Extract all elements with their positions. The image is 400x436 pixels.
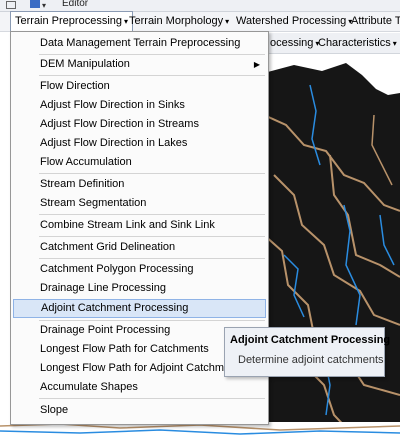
menubar: Terrain Preprocessing ▾ Terrain Morpholog… [0, 11, 400, 32]
catchment-map [264, 63, 400, 436]
menu-item-catchment-polygon[interactable]: Catchment Polygon Processing [13, 260, 266, 279]
menu-separator [39, 75, 265, 76]
menu-item-drainage-line[interactable]: Drainage Line Processing [13, 279, 266, 298]
menu-item-combine-stream-sink[interactable]: Combine Stream Link and Sink Link [13, 216, 266, 235]
menu-item-adjust-flow-lakes[interactable]: Adjust Flow Direction in Lakes [13, 134, 266, 153]
menu-separator [39, 173, 265, 174]
menu-item-label: Combine Stream Link and Sink Link [40, 219, 215, 231]
menu-item-label: Longest Flow Path for Catchments [40, 343, 209, 355]
menu-label: Watershed Processing [236, 15, 347, 27]
menu-item-label: DEM Manipulation [40, 58, 130, 70]
map-canvas[interactable] [264, 55, 400, 436]
menu-item-label: Accumulate Shapes [40, 381, 138, 393]
window-icon[interactable] [6, 1, 16, 9]
tooltip-description: Determine adjoint catchments [238, 354, 384, 366]
dropdown-arrow-icon[interactable]: ▾ [42, 2, 50, 10]
menu-item-adjust-flow-sinks[interactable]: Adjust Flow Direction in Sinks [13, 96, 266, 115]
menu-separator [39, 258, 265, 259]
menu-characteristics[interactable]: Characteristics ▾ [318, 33, 397, 53]
menu-item-label: Catchment Grid Delineation [40, 241, 176, 253]
menu-item-label: Stream Definition [40, 178, 125, 190]
menu-item-label: Flow Direction [40, 80, 110, 92]
menu-label: Attribute T [351, 15, 400, 27]
menu-separator [39, 398, 265, 399]
menu-item-label: Flow Accumulation [40, 156, 132, 168]
tooltip-title: Adjoint Catchment Processing [230, 334, 391, 346]
secondary-toolbar: ocessing ▾ Characteristics ▾ [260, 33, 400, 54]
menu-label: Terrain Morphology [129, 15, 224, 27]
chevron-down-icon: ▾ [225, 17, 230, 26]
menu-item-adjoint-catchment[interactable]: Adjoint Catchment Processing [13, 299, 266, 318]
menu-label: Characteristics [318, 37, 391, 49]
menu-item-label: Stream Segmentation [40, 197, 147, 209]
menu-item-slope[interactable]: Slope [13, 401, 266, 420]
menu-item-label: Catchment Polygon Processing [40, 263, 194, 275]
menu-item-label: Adjust Flow Direction in Sinks [40, 99, 185, 111]
menu-label: ocessing [270, 37, 314, 49]
menu-item-label: Adjoint Catchment Processing [41, 302, 189, 314]
menu-item-flow-direction[interactable]: Flow Direction [13, 77, 266, 96]
menu-label: Terrain Preprocessing [15, 15, 122, 27]
menu-terrain-morphology[interactable]: Terrain Morphology ▾ [125, 12, 233, 31]
chevron-right-icon: ▶ [253, 60, 260, 69]
menu-item-label: Adjust Flow Direction in Lakes [40, 137, 188, 149]
editor-menu[interactable]: Editor [62, 0, 88, 9]
menu-item-label: Drainage Line Processing [40, 282, 166, 294]
menu-item-label: Drainage Point Processing [40, 324, 171, 336]
menu-item-dem-manipulation[interactable]: DEM Manipulation ▶ [13, 55, 266, 74]
menu-item-stream-segmentation[interactable]: Stream Segmentation [13, 194, 266, 213]
menu-attribute-tools[interactable]: Attribute T [347, 12, 400, 31]
menu-item-adjust-flow-streams[interactable]: Adjust Flow Direction in Streams [13, 115, 266, 134]
menu-item-label: Data Management Terrain Preprocessing [40, 37, 241, 49]
menu-item-stream-definition[interactable]: Stream Definition [13, 175, 266, 194]
menu-processing[interactable]: ocessing ▾ [270, 33, 319, 53]
chevron-down-icon: ▾ [392, 39, 397, 48]
menu-item-label: Adjust Flow Direction in Streams [40, 118, 199, 130]
tool-icon[interactable] [30, 0, 40, 8]
menu-watershed-processing[interactable]: Watershed Processing ▾ [232, 12, 356, 31]
menu-item-accumulate-shapes[interactable]: Accumulate Shapes [13, 378, 266, 397]
menu-item-data-management[interactable]: Data Management Terrain Preprocessing [13, 34, 266, 53]
menu-item-catchment-grid[interactable]: Catchment Grid Delineation [13, 238, 266, 257]
menu-item-label: Slope [40, 404, 69, 416]
menu-separator [39, 214, 265, 215]
menu-item-flow-accumulation[interactable]: Flow Accumulation [13, 153, 266, 172]
terrain-raster [264, 63, 400, 436]
tooltip: Adjoint Catchment Processing Determine a… [224, 327, 390, 377]
menu-item-label: Longest Flow Path for Adjoint Catchme [40, 362, 231, 374]
menu-terrain-preprocessing[interactable]: Terrain Preprocessing ▾ [10, 11, 134, 32]
menu-separator [39, 236, 265, 237]
